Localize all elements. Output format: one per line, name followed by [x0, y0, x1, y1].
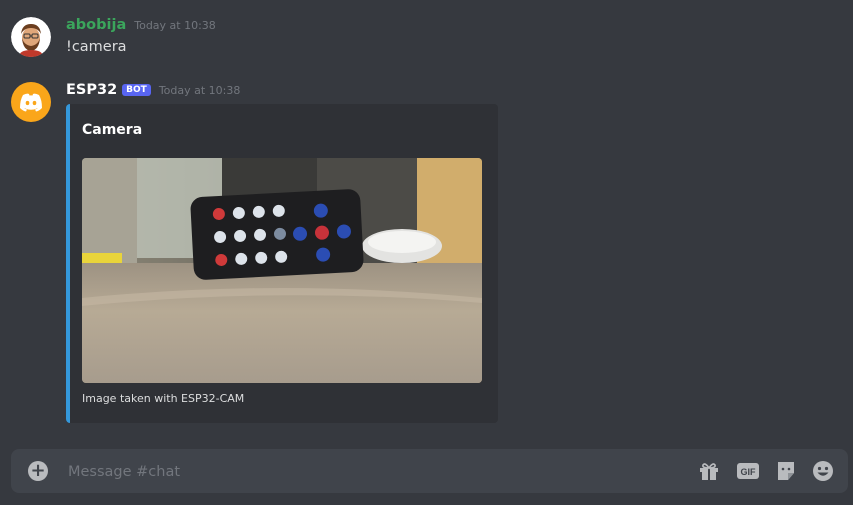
bearded-man-avatar-icon — [11, 17, 51, 57]
gif-icon[interactable]: GIF — [736, 459, 760, 483]
message-header: abobija Today at 10:38 — [66, 17, 216, 33]
timestamp: Today at 10:38 — [134, 19, 216, 32]
bot-tag: BOT — [122, 84, 151, 96]
timestamp: Today at 10:38 — [158, 84, 241, 97]
user-avatar[interactable] — [11, 17, 51, 57]
add-icon[interactable]: + — [28, 461, 48, 481]
gift-icon[interactable] — [697, 459, 721, 483]
bot-avatar[interactable] — [11, 82, 51, 122]
discord-logo-icon — [20, 93, 42, 112]
message-header: ESP32 BOT Today at 10:38 — [66, 82, 240, 98]
message-composer: + GIF — [11, 449, 848, 493]
emoji-icon[interactable] — [811, 459, 835, 483]
camera-embed: Camera Image taken with ESP32-CAM — [66, 104, 498, 423]
username[interactable]: ESP32 — [66, 82, 117, 98]
embed-footer: Image taken with ESP32-CAM — [82, 392, 245, 405]
sticker-icon[interactable] — [774, 459, 798, 483]
username[interactable]: abobija — [66, 17, 126, 33]
message-text: !camera — [66, 39, 127, 55]
message-1: abobija Today at 10:38 !camera — [0, 0, 853, 70]
svg-text:GIF: GIF — [741, 467, 757, 477]
message-input[interactable] — [66, 457, 670, 487]
embed-image[interactable] — [82, 158, 482, 383]
embed-title: Camera — [82, 122, 143, 138]
ir-remote-photo-icon — [82, 158, 482, 383]
